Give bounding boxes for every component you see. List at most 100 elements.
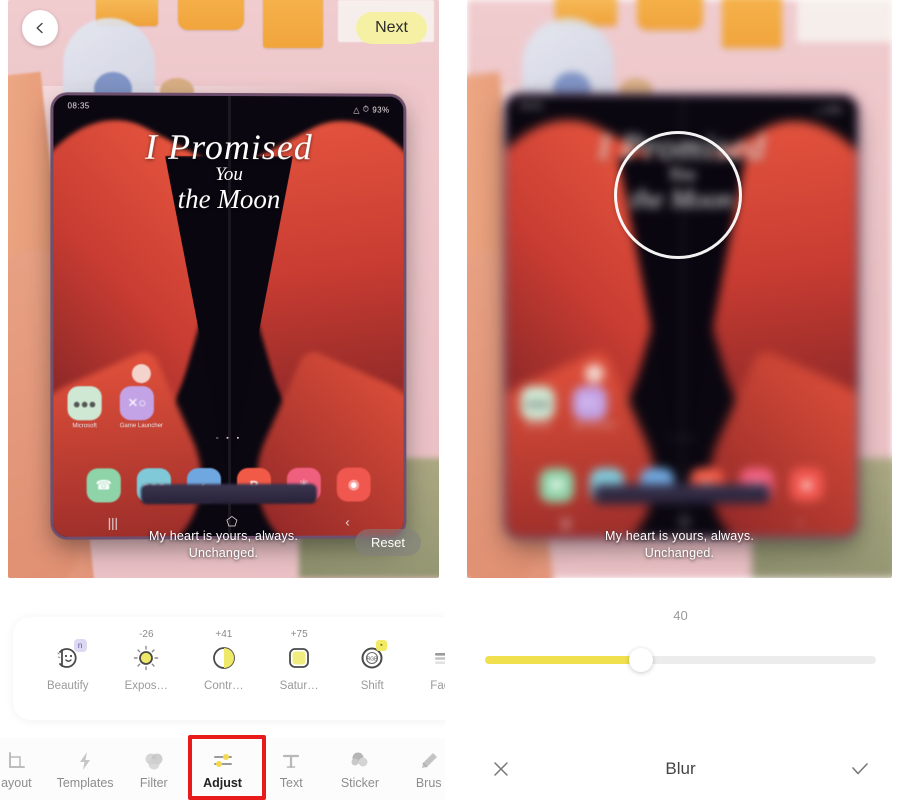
saturation-square-icon: [280, 641, 319, 675]
nav-label: ayout: [1, 776, 32, 790]
sticky-note: [722, 0, 782, 48]
blur-slider-track[interactable]: [485, 648, 876, 672]
chevron-left-icon: [36, 22, 43, 34]
blur-focus-ring[interactable]: [614, 131, 742, 259]
photo-caption: My heart is yours, always. Unchanged.: [467, 528, 892, 562]
nav-label: Filter: [139, 776, 168, 790]
nav-item-sticker[interactable]: Sticker: [326, 748, 395, 790]
fade-lines-icon: [426, 641, 445, 675]
adjust-label: Satur…: [279, 680, 319, 692]
camera-dot: [131, 364, 151, 384]
adjust-label: Beautify: [47, 680, 89, 692]
reset-button[interactable]: Reset: [355, 529, 421, 556]
confirm-button[interactable]: [844, 753, 876, 785]
status-time: 08:35: [520, 101, 543, 111]
dock-icon-phone: ☎: [86, 468, 121, 503]
shift-badge: ▪: [375, 640, 387, 651]
nav-label: Text: [279, 776, 303, 790]
wifi-icon: △: [353, 105, 360, 115]
tool-title: Blur: [665, 759, 696, 778]
adjust-tool-saturation[interactable]: +75 Satur…: [280, 629, 319, 692]
app-label: Game Launcher: [119, 423, 163, 430]
sticky-note: [263, 0, 323, 48]
svg-text:RGB: RGB: [367, 656, 379, 662]
dock-icon-phone: ☎: [539, 468, 574, 503]
adjust-label: Expos…: [124, 680, 169, 692]
slider-value-label: 40: [673, 608, 688, 623]
adjust-tool-card: n Beautify -26 Expos… +41 Contr… +75 Sat…: [13, 617, 445, 720]
blur-slider-thumb[interactable]: [629, 648, 654, 672]
app-label: Microsoft: [525, 423, 550, 430]
wifi-icon: △: [815, 105, 823, 115]
nav-label: Brus: [415, 776, 442, 790]
beautify-badge: n: [73, 639, 87, 652]
brush-icon: [394, 748, 445, 774]
back-button[interactable]: [22, 10, 58, 46]
photo-canvas-left[interactable]: 08:35 △ ⏱ 93% I Promised You the Moon ●●…: [8, 0, 439, 578]
nav-item-brush[interactable]: Brus: [394, 748, 445, 790]
status-time: 08:35: [67, 101, 90, 111]
app-icon-microsoft: ●●● Microsoft: [520, 386, 555, 430]
microsoft-icon: ●●●: [67, 386, 102, 421]
status-battery: 93%: [372, 105, 390, 115]
status-right: △ ⏱ 93%: [353, 103, 389, 117]
back-icon: ‹: [798, 514, 803, 530]
caption-line-2: Unchanged.: [644, 546, 715, 560]
nav-label: Adjust: [203, 776, 242, 790]
phone-call-icon: ☎: [539, 468, 574, 503]
microsoft-icon: ●●●: [520, 386, 555, 421]
app-screenshot: 08:35 △ ⏱ 93% I Promised You the Moon ●●…: [0, 0, 900, 800]
nav-item-adjust[interactable]: Adjust: [188, 748, 257, 790]
caption-line-1: My heart is yours, always.: [605, 529, 754, 543]
adjust-tool-shift[interactable]: RGB ▪ Shift: [355, 629, 390, 692]
sticker-cloud-icon: [326, 748, 395, 774]
camera-icon: ◉: [336, 467, 371, 502]
adjust-tool-row: n Beautify -26 Expos… +41 Contr… +75 Sat…: [13, 617, 445, 692]
dock-icon-camera: ◉: [789, 467, 824, 502]
adjust-tool-contrast[interactable]: +41 Contr…: [204, 629, 244, 692]
left-panel: 08:35 △ ⏱ 93% I Promised You the Moon ●●…: [0, 0, 445, 800]
page-dots: ▫ ▪ ▪: [668, 434, 696, 443]
sticky-note: [178, 0, 244, 30]
right-panel: 08:35 △ 93% I Promised You the Moon ●●● …: [461, 0, 900, 800]
cancel-button[interactable]: [485, 753, 517, 785]
check-icon: [852, 763, 868, 775]
camera-dot: [584, 364, 604, 384]
app-icon-game-launcher: ✕○ Game Launcher: [119, 386, 163, 430]
blur-toolbar: Blur: [461, 738, 900, 800]
blur-slider-group: 40: [461, 608, 900, 672]
adjust-tool-exposure[interactable]: -26 Expos…: [125, 629, 168, 692]
phone-hinge-shadow: [593, 483, 770, 505]
phone-screen: 08:35 △ ⏱ 93% I Promised You the Moon ●●…: [53, 95, 404, 537]
app-label: Microsoft: [72, 423, 97, 430]
app-icon-microsoft: ●●● Microsoft: [67, 386, 102, 430]
nav-item-templates[interactable]: Templates: [51, 748, 120, 790]
app-icon-game-launcher: ✕○ Game Launcher: [572, 386, 616, 430]
sliders-icon: [188, 748, 257, 774]
app-row: ●●● Microsoft ✕○ Game Launcher: [53, 386, 403, 430]
nav-item-text[interactable]: Text: [257, 748, 326, 790]
app-label: Game Launcher: [572, 423, 616, 430]
nav-item-layout[interactable]: ayout: [0, 748, 51, 790]
close-x-icon: [494, 762, 508, 776]
filter-drops-icon: [119, 748, 188, 774]
page-dots: ▫ ▪ ▪: [215, 434, 243, 443]
status-battery: 93%: [825, 105, 843, 115]
back-icon: ‹: [345, 514, 350, 530]
adjust-tool-beautify[interactable]: n Beautify: [47, 629, 89, 692]
photo-canvas-right[interactable]: 08:35 △ 93% I Promised You the Moon ●●● …: [467, 0, 892, 578]
bottom-nav-bar: ayout Templates Filter Adjust Text Stick…: [0, 738, 445, 800]
game-launcher-icon: ✕○: [572, 386, 607, 421]
adjust-label: Shift: [360, 680, 384, 692]
phone-call-icon: ☎: [86, 468, 121, 503]
status-right: △ 93%: [816, 103, 843, 117]
crop-layout-icon: [0, 748, 51, 774]
adjust-value: +41: [215, 629, 233, 640]
adjust-label: Fade: [430, 680, 445, 692]
nav-item-filter[interactable]: Filter: [119, 748, 188, 790]
adjust-tool-fade[interactable]: Fade: [426, 629, 445, 692]
next-button[interactable]: Next: [356, 12, 427, 44]
adjust-value: [426, 629, 445, 641]
dock-icon-camera: ◉: [336, 467, 371, 502]
adjust-value: -26: [139, 629, 154, 640]
